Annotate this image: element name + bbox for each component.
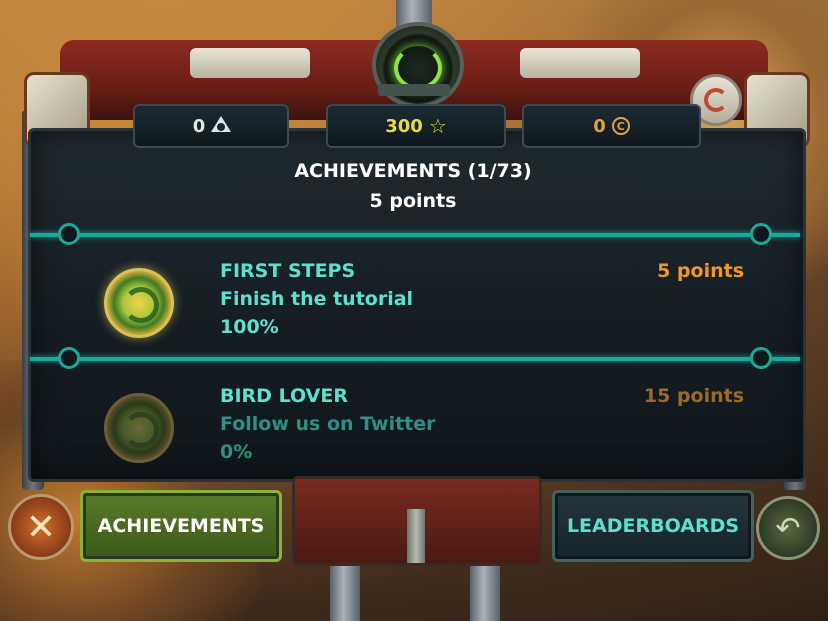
coin-count: 0 [593,115,606,137]
page-title: ACHIEVEMENTS (1/73) [294,160,532,182]
coin-icon: C [611,117,630,135]
achievement-description: Follow us on Twitter [220,413,436,435]
close-icon[interactable]: ✕ [8,494,74,560]
achievement-progress: 100% [220,316,279,338]
triangle-counter: 0 [133,104,289,148]
achievement-name: BIRD LOVER [220,385,348,407]
frame-plate-right [520,48,640,78]
achievement-points: 15 points [643,385,744,407]
eye-triangle-icon [211,116,232,135]
achievements-button[interactable]: ACHIEVEMENTS [80,490,282,562]
divider-top [30,223,800,245]
bottom-frame [292,476,542,566]
frame-eye-bar [378,84,450,96]
frame-plate-left [190,48,310,78]
coin-counter: 0 C [522,104,701,148]
achievement-points: 5 points [657,260,744,282]
star-count: 300 [385,115,423,137]
achievement-description: Finish the tutorial [220,288,414,310]
achievement-badge-icon [104,268,174,338]
total-points: 5 points [369,190,457,212]
star-counter: 300 ☆ [326,104,506,148]
leaderboards-button[interactable]: LEADERBOARDS [552,490,754,562]
back-icon[interactable]: ↶ [756,496,820,560]
achievement-progress: 0% [220,441,253,463]
star-icon: ☆ [428,114,447,138]
triangle-count: 0 [192,115,206,137]
achievement-name: FIRST STEPS [220,260,356,282]
divider-middle [30,347,800,369]
achievement-badge-locked-icon [104,393,174,463]
